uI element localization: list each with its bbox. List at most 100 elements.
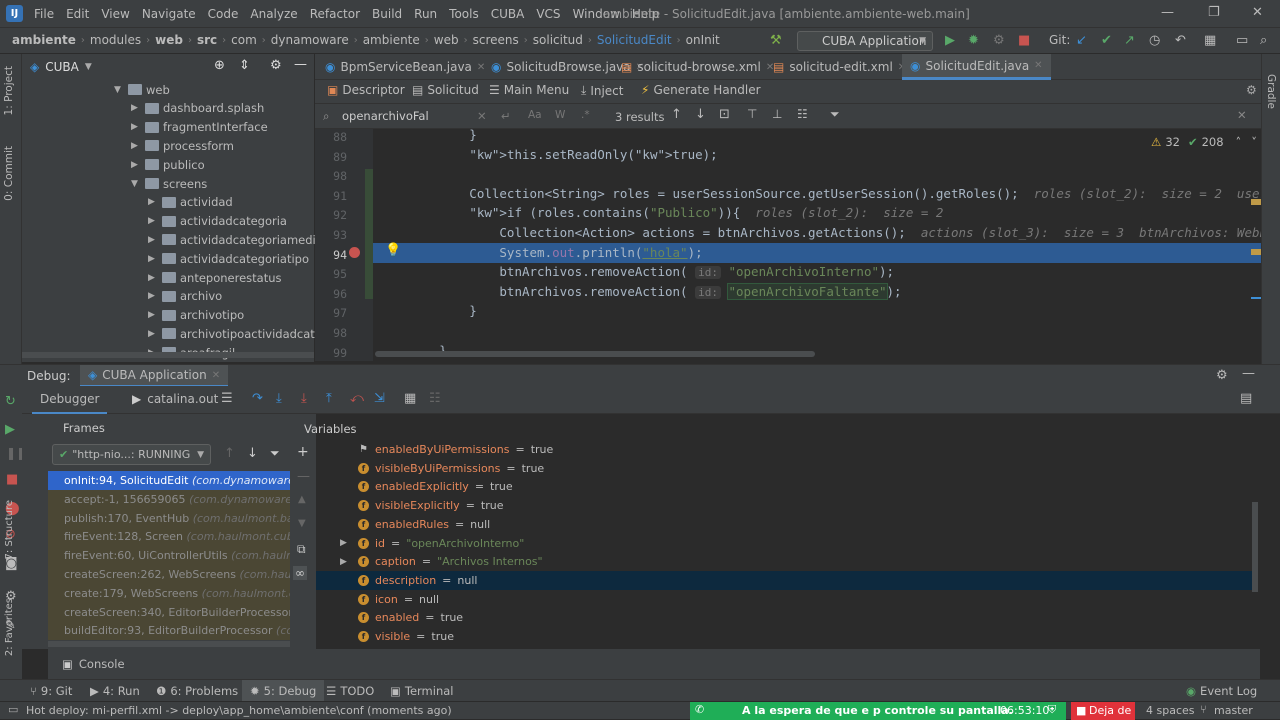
match-case-icon[interactable]: Aa <box>528 109 542 121</box>
project-tool-tab[interactable]: 1: Project <box>3 66 15 115</box>
commit-tool-tab[interactable]: 0: Commit <box>3 146 15 201</box>
hide-panel-icon[interactable]: — <box>1242 366 1255 381</box>
build-hammer-icon[interactable]: ⚒ <box>770 33 782 48</box>
gear-icon[interactable]: ⚙ <box>270 58 282 73</box>
run-config-select[interactable]: CUBA Application ▼ <box>797 31 933 51</box>
evaluate-expression-icon[interactable]: ▦ <box>404 391 416 406</box>
project-view-selector[interactable]: CUBA <box>45 60 79 74</box>
tab-problems[interactable]: ❶ 6: Problems <box>156 684 238 698</box>
filter-icon[interactable]: ⏷ <box>830 107 840 122</box>
editor-horizontal-scrollbar[interactable] <box>375 351 815 357</box>
breadcrumb-item[interactable]: onInit <box>686 33 720 47</box>
stack-frame[interactable]: buildEditor:93, EditorBuilderProcessor (… <box>48 621 290 641</box>
git-update-icon[interactable]: ↙ <box>1076 33 1087 48</box>
breadcrumb-item[interactable]: dynamoware <box>271 33 349 47</box>
gradle-tool-tab[interactable]: Gradle <box>1265 74 1277 109</box>
code-line[interactable]: } <box>379 301 477 321</box>
close-tab-icon[interactable]: ✕ <box>212 370 220 381</box>
event-log-button[interactable]: ◉ Event Log <box>1186 684 1257 698</box>
locate-icon[interactable]: ⊕ <box>214 58 225 73</box>
up-frame-icon[interactable]: ↑ <box>224 446 235 461</box>
code-line[interactable]: Collection<String> roles = userSessionSo… <box>379 184 1280 204</box>
history-icon[interactable]: ◷ <box>1149 33 1160 48</box>
code-line[interactable]: System.out.println("hola"); <box>379 243 702 263</box>
indent-setting[interactable]: 4 spaces <box>1146 704 1195 717</box>
structure-tool-tab[interactable]: 7: Structure <box>4 500 15 559</box>
force-step-into-icon[interactable]: ⤓ <box>301 391 307 406</box>
menu-vcs[interactable]: VCS <box>536 7 560 21</box>
thread-select[interactable]: ✔ "http-nio...: RUNNING ▼ <box>52 444 211 465</box>
frames-scrollbar[interactable] <box>48 641 290 647</box>
menu-view[interactable]: View <box>101 7 129 21</box>
debug-bug-icon[interactable]: ✹ <box>968 33 979 48</box>
close-window-icon[interactable]: ✕ <box>1252 5 1263 20</box>
git-branch[interactable]: master <box>1214 704 1253 717</box>
tab-solicitudedit-java[interactable]: ◉ SolicitudEdit.java ✕ <box>902 54 1051 80</box>
whole-word-icon[interactable]: W <box>555 109 565 121</box>
descriptor-button[interactable]: ▣ Descriptor <box>327 83 405 97</box>
inspection-widget[interactable]: ⚠ 32 ✔ 208 ˄ ˅ <box>1151 135 1257 149</box>
chevron-right-icon[interactable]: ▶ <box>131 103 141 113</box>
layout-icon[interactable]: ▭ <box>1236 33 1248 48</box>
add-watch-icon[interactable]: + <box>297 444 309 460</box>
menu-build[interactable]: Build <box>372 7 402 21</box>
main-menu-button[interactable]: ☰ Main Menu <box>489 83 569 97</box>
chevron-down-icon[interactable]: ▼ <box>114 85 124 95</box>
project-scrollbar[interactable] <box>22 352 314 358</box>
breadcrumb-item[interactable]: ambiente <box>363 33 420 47</box>
breadcrumb-item[interactable]: solicitud <box>533 33 583 47</box>
project-tree-item[interactable]: ▶ actividad <box>148 193 233 212</box>
stack-frame[interactable]: publish:170, EventHub (com.haulmont.bali… <box>48 508 290 528</box>
project-tree-item[interactable]: ▶ archivotipo <box>148 306 244 325</box>
tab-solicitud-browse-xml[interactable]: ▤ solicitud-browse.xml ✕ <box>613 54 782 80</box>
chevron-right-icon[interactable]: ▶ <box>131 141 141 151</box>
error-stripe-marker[interactable] <box>1251 249 1261 255</box>
stack-frame[interactable]: fireEvent:128, Screen (com.haulmont.cuba… <box>48 527 290 547</box>
next-occurrence-icon[interactable]: ↓ <box>695 107 706 122</box>
menu-tools[interactable]: Tools <box>449 7 479 21</box>
move-down-icon[interactable]: ▼ <box>298 518 306 529</box>
project-tree-item[interactable]: ▶ processform <box>131 136 234 155</box>
project-tree-item[interactable]: ▶ actividadcategoriamedidac <box>148 230 336 249</box>
layout-menu-icon[interactable]: ☰ <box>221 391 233 406</box>
lightbulb-icon[interactable]: 💡 <box>385 243 401 258</box>
hide-panel-icon[interactable]: — <box>294 57 307 72</box>
variable-row[interactable]: f enabledRules = null <box>358 515 490 534</box>
code-line[interactable]: Collection<Action> actions = btnArchivos… <box>379 223 1280 243</box>
select-all-occurrences-icon[interactable]: ⊡ <box>719 107 730 122</box>
stop-icon[interactable]: ■ <box>1018 33 1030 48</box>
solicitud-button[interactable]: ▤ Solicitud <box>412 83 479 97</box>
tab-debugger[interactable]: Debugger <box>32 386 108 414</box>
code-line[interactable]: } <box>379 125 477 145</box>
stack-frame[interactable]: create:179, WebScreens (com.haulmont.cub… <box>48 583 290 603</box>
breadcrumb-item[interactable]: SolicitudEdit <box>597 33 672 47</box>
inject-button[interactable]: ⤓ Inject <box>581 83 623 98</box>
step-over-icon[interactable]: ↷ <box>252 391 263 406</box>
tab-debug[interactable]: ✹ 5: Debug <box>242 680 325 702</box>
breadcrumb-item[interactable]: modules <box>90 33 141 47</box>
tab-terminal[interactable]: ▣ Terminal <box>390 684 453 698</box>
tab-catalina-log[interactable]: ▶ catalina.out <box>132 392 218 406</box>
variable-row[interactable]: ▶ f id = "openArchivoInterno" <box>340 534 524 553</box>
menu-analyze[interactable]: Analyze <box>250 7 297 21</box>
variable-row[interactable]: ▶ f caption = "Archivos Internos" <box>340 552 543 571</box>
error-stripe-marker[interactable] <box>1251 199 1261 205</box>
chevron-right-icon[interactable]: ▶ <box>148 235 158 245</box>
project-tree-item[interactable]: ▶ archivotipoactividadcategc <box>148 324 336 343</box>
remove-occurrence-icon[interactable]: ⊥ <box>772 107 782 121</box>
chevron-right-icon[interactable]: ▶ <box>148 216 158 226</box>
add-occurrence-icon[interactable]: ⊤ <box>747 107 757 121</box>
new-line-icon[interactable]: ↵ <box>501 109 511 123</box>
menu-refactor[interactable]: Refactor <box>310 7 360 21</box>
maximize-icon[interactable]: ❐ <box>1208 5 1220 20</box>
stack-frame[interactable]: fireEvent:60, UiControllerUtils (com.hau… <box>48 546 290 566</box>
resume-icon[interactable]: ▶ <box>5 422 15 437</box>
project-tree-item[interactable]: ▶ actividadcategoria <box>148 212 287 231</box>
collapse-all-icon[interactable]: ⇕ <box>239 58 250 73</box>
favorites-tool-tab[interactable]: 2: Favorites <box>4 598 15 656</box>
chevron-up-icon[interactable]: ˄ <box>1236 135 1242 149</box>
project-tree-item[interactable]: ▼ web <box>114 80 170 99</box>
chevron-down-icon[interactable]: ˅ <box>1251 135 1257 149</box>
menu-run[interactable]: Run <box>414 7 437 21</box>
project-tree-item[interactable]: ▼ screens <box>131 174 207 193</box>
